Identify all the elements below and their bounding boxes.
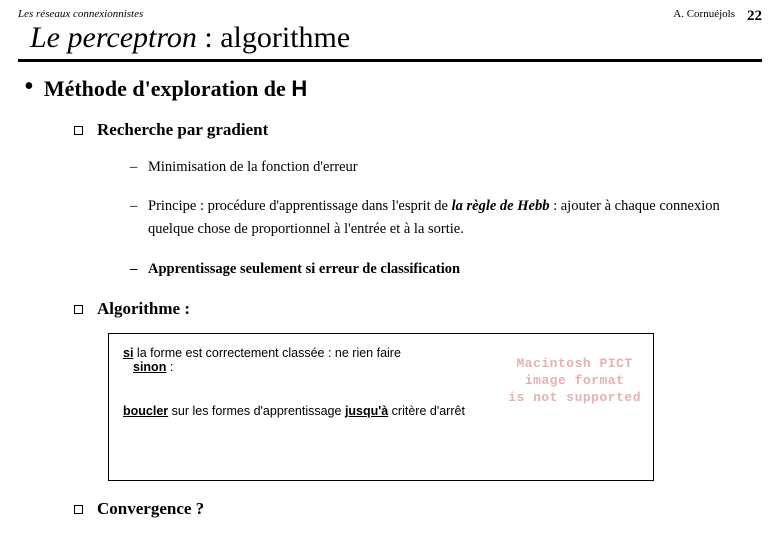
lvl1-h: H <box>291 76 307 101</box>
b1-text: Minimisation de la fonction d'erreur <box>148 159 358 175</box>
bullet-level-2: Convergence ? <box>74 499 762 519</box>
title-rest: : algorithme <box>197 21 350 54</box>
b2-pre: Principe : procédure d'apprentissage dan… <box>148 198 452 214</box>
algo-sinon: sinon <box>133 360 166 374</box>
page-number: 22 <box>747 8 762 25</box>
title-italic: Le perceptron <box>30 21 197 54</box>
b3-text: Apprentissage seulement si erreur de cla… <box>148 261 460 277</box>
bullet-level-3: Principe : procédure d'apprentissage dan… <box>130 195 762 241</box>
wm-l2: image format <box>508 373 641 390</box>
subtitle: Les réseaux connexionnistes <box>18 8 143 20</box>
algo-line-1: si la forme est correctement classée : n… <box>123 346 639 360</box>
square-bullet-icon <box>74 505 83 514</box>
sec1-label: Recherche par gradient <box>97 120 268 140</box>
algorithm-box: si la forme est correctement classée : n… <box>108 333 654 481</box>
lvl1-prefix: Méthode d'exploration de <box>44 76 292 101</box>
square-bullet-icon <box>74 305 83 314</box>
author: A. Cornuéjols <box>673 8 735 20</box>
bullet-level-3: Minimisation de la fonction d'erreur <box>130 156 762 179</box>
lvl1-heading: Méthode d'exploration de H <box>44 76 307 102</box>
b2-em: la règle de Hebb <box>452 198 550 214</box>
algo-line-2: sinon : <box>123 360 639 374</box>
bullet-level-2: Algorithme : <box>74 299 762 319</box>
title-block: Le perceptron : algorithme <box>30 21 762 55</box>
sec3-label: Convergence ? <box>97 499 204 519</box>
bullet-level-2: Recherche par gradient <box>74 120 762 140</box>
algo-l1-rest: la forme est correctement classée : ne r… <box>133 346 400 360</box>
algo-si: si <box>123 346 133 360</box>
divider <box>18 59 762 62</box>
square-bullet-icon <box>74 126 83 135</box>
page-title: Le perceptron : algorithme <box>30 21 762 55</box>
algo-l3-end: critère d'arrêt <box>388 404 465 418</box>
algo-boucler: boucler <box>123 404 168 418</box>
algo-jusqua: jusqu'à <box>345 404 388 418</box>
algo-line-3: boucler sur les formes d'apprentissage j… <box>123 404 639 418</box>
bullet-level-1: • Méthode d'exploration de H <box>24 76 762 102</box>
algo-l3-mid: sur les formes d'apprentissage <box>168 404 345 418</box>
bullet-dot-icon: • <box>24 76 34 98</box>
bullet-level-3: Apprentissage seulement si erreur de cla… <box>130 258 762 281</box>
sec2-label: Algorithme : <box>97 299 190 319</box>
algo-l2-colon: : <box>166 360 173 374</box>
